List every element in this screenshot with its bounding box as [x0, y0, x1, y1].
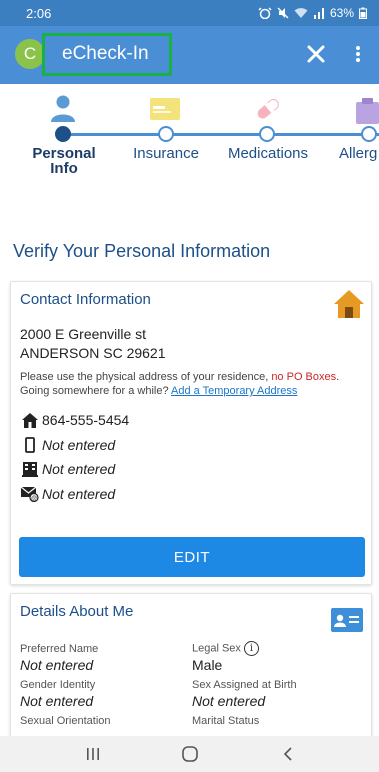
legal-sex-label-row: Legal Sex i [192, 641, 259, 656]
insurance-card-icon [150, 98, 180, 125]
preferred-name-label: Preferred Name [20, 643, 99, 655]
signal-icon [313, 8, 324, 19]
step-label-line2: Info [50, 160, 78, 177]
id-card-icon [331, 608, 363, 637]
close-icon [307, 45, 325, 63]
person-icon [50, 94, 76, 127]
step-personal-info[interactable]: Personal Info [28, 146, 100, 176]
legal-sex-value: Male [192, 657, 223, 673]
recents-icon [87, 748, 99, 760]
step-dot-medications[interactable] [259, 126, 275, 142]
step-label-line1: Personal [32, 145, 96, 162]
note-warning: no PO Boxes [271, 371, 337, 383]
gender-identity-label: Gender Identity [20, 679, 96, 691]
page-title: Verify Your Personal Information [13, 241, 271, 261]
avatar[interactable]: C [15, 39, 45, 69]
preferred-name-value: Not entered [20, 657, 94, 673]
mobile-phone-icon [20, 436, 40, 454]
app-title: eCheck-In [62, 43, 149, 64]
address-note: Please use the physical address of your … [20, 370, 365, 398]
office-building-icon [20, 460, 40, 478]
app-bar: C eCheck-In [0, 26, 379, 84]
step-dot-insurance[interactable] [158, 126, 174, 142]
status-icons: 63% [258, 6, 367, 20]
email-row: @ Not entered [20, 484, 115, 504]
email-icon: @ [20, 485, 40, 503]
close-button[interactable] [303, 41, 329, 67]
mobile-phone-value: Not entered [42, 437, 116, 453]
step-medications[interactable]: Medications [221, 146, 315, 161]
work-phone-row: Not entered [20, 459, 115, 479]
back-button[interactable] [258, 736, 318, 772]
status-time: 2:06 [26, 6, 52, 21]
step-label-line1: Medications [227, 145, 309, 162]
step-insurance[interactable]: Insurance [125, 146, 207, 161]
battery-percent: 63% [329, 6, 354, 20]
work-phone-value: Not entered [42, 461, 116, 477]
address-line-2: ANDERSON SC 29621 [20, 345, 166, 361]
address-line-1: 2000 E Greenville st [20, 326, 147, 342]
allergies-icon [356, 98, 379, 129]
card-title: Details About Me [20, 603, 134, 620]
wifi-icon [294, 8, 308, 18]
home-phone-row: 864-555-5454 [20, 410, 129, 430]
status-bar: 2:06 63% [0, 0, 379, 26]
progress-stepper: Personal Info Insurance Medications Alle… [0, 84, 379, 194]
mute-icon [277, 7, 289, 19]
info-icon[interactable]: i [243, 641, 259, 656]
sex-at-birth-value: Not entered [192, 693, 266, 709]
card-title: Contact Information [20, 291, 151, 308]
home-phone-icon [20, 411, 40, 429]
more-vert-icon [356, 46, 360, 62]
recents-button[interactable] [63, 736, 123, 772]
pill-icon [254, 96, 282, 127]
home-circle-icon [182, 746, 198, 762]
stepper-track [63, 133, 379, 136]
alarm-icon [258, 7, 272, 19]
back-icon [283, 747, 292, 761]
contact-information-card: Contact Information 2000 E Greenville st… [10, 281, 372, 585]
system-nav-bar [0, 736, 379, 772]
sex-at-birth-label: Sex Assigned at Birth [192, 679, 297, 691]
add-temporary-address-link[interactable]: Add a Temporary Address [171, 385, 297, 397]
step-allergies[interactable]: Allerg [339, 146, 379, 161]
home-phone-value: 864-555-5454 [42, 412, 130, 428]
step-dot-personal-info[interactable] [55, 126, 71, 142]
gender-identity-value: Not entered [20, 693, 94, 709]
step-dot-allergies[interactable] [361, 126, 377, 142]
more-options-button[interactable] [351, 41, 365, 67]
email-value: Not entered [42, 486, 116, 502]
battery-icon [359, 7, 367, 19]
step-label-line1: Allerg [339, 146, 378, 161]
legal-sex-label: Legal Sex [192, 642, 241, 655]
marital-status-label: Marital Status [192, 715, 260, 727]
mobile-phone-row: Not entered [20, 435, 115, 455]
step-label-line1: Insurance [133, 145, 199, 162]
house-icon [333, 289, 365, 324]
details-about-me-card: Details About Me Preferred Name Not ente… [10, 593, 372, 743]
home-button[interactable] [160, 736, 220, 772]
svg-text:@: @ [31, 496, 37, 502]
edit-contact-button[interactable]: EDIT [19, 537, 365, 577]
note-text: Please use the physical address of your … [20, 371, 272, 383]
sexual-orientation-label: Sexual Orientation [20, 715, 111, 727]
